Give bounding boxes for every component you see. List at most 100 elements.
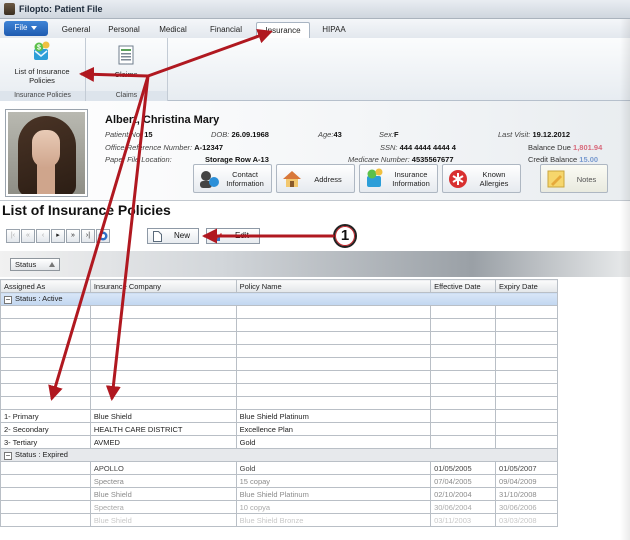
patient-no-field: Patient No: 15	[105, 130, 153, 139]
cell-effective	[430, 370, 497, 384]
empty-row[interactable]	[0, 370, 558, 384]
column-insurance-company[interactable]: Insurance Company	[89, 279, 237, 293]
known-allergies-button[interactable]: Known Allergies	[442, 164, 521, 193]
empty-row[interactable]	[0, 396, 558, 410]
ribbon-group-claims: Claims Claims	[86, 38, 168, 101]
tab-hipaa[interactable]: HIPAA	[314, 22, 354, 38]
notes-button[interactable]: Notes	[540, 164, 608, 193]
cell-policy: 10 copya	[235, 500, 432, 514]
cell-effective	[430, 331, 497, 345]
claims-button[interactable]: Claims	[96, 44, 156, 79]
file-menu-button[interactable]: File	[4, 21, 48, 36]
edit-button[interactable]: Edit	[206, 228, 260, 244]
cell-policy: Blue Shield Platinum	[235, 409, 432, 423]
svg-text:$: $	[37, 45, 41, 52]
column-expiry-date[interactable]: Expiry Date	[495, 279, 558, 293]
new-button[interactable]: New	[147, 228, 199, 244]
collapse-icon[interactable]: −	[4, 451, 12, 460]
cell-policy	[235, 331, 432, 345]
contact-information-button[interactable]: Contact Information	[193, 164, 272, 193]
cell-company	[89, 305, 237, 319]
table-row[interactable]: APOLLO Gold 01/05/2005 01/05/2007	[0, 461, 558, 475]
cell-expiry	[495, 396, 558, 410]
paper-file-field: Paper File Location:	[105, 155, 172, 164]
cell-company	[89, 344, 237, 358]
previous-record-button[interactable]: ‹	[36, 229, 50, 243]
insurance-policies-grid: Assigned As Insurance Company Policy Nam…	[0, 279, 558, 527]
first-record-button[interactable]: |‹	[6, 229, 20, 243]
cell-effective	[430, 305, 497, 319]
collapse-icon[interactable]: −	[4, 295, 12, 304]
group-by-status-chip[interactable]: Status	[10, 258, 60, 271]
house-icon	[283, 171, 301, 187]
last-visit-field: Last Visit: 19.12.2012	[498, 130, 571, 139]
cell-policy: Gold	[235, 435, 432, 449]
cell-policy	[235, 383, 432, 397]
new-document-icon	[153, 231, 162, 242]
refresh-icon[interactable]	[96, 229, 110, 243]
next-page-button[interactable]: »	[66, 229, 80, 243]
group-row-expired[interactable]: − Status : Expired	[0, 448, 558, 462]
next-record-button[interactable]: ▸	[51, 229, 65, 243]
table-row[interactable]: Blue Shield Blue Shield Platinum 02/10/200…	[0, 487, 558, 501]
tab-financial[interactable]: Financial	[202, 22, 250, 38]
cell-assigned	[0, 331, 91, 345]
empty-row[interactable]	[0, 383, 558, 397]
dob-field: DOB: 26.09.1968	[211, 130, 269, 139]
cell-effective	[430, 357, 497, 371]
cell-effective: 01/05/2005	[430, 461, 497, 475]
table-row[interactable]: Blue Shield Blue Shield Bronze 03/11/2003 0…	[0, 513, 558, 527]
credit-balance-field: Credit Balance 15.00	[528, 155, 599, 164]
cell-company: AVMED	[89, 435, 237, 449]
empty-row[interactable]	[0, 318, 558, 332]
tab-personal[interactable]: Personal	[104, 22, 144, 38]
address-button[interactable]: Address	[276, 164, 355, 193]
cell-assigned: 3- Tertiary	[0, 435, 91, 449]
cell-expiry	[495, 331, 558, 345]
tab-insurance[interactable]: Insurance	[256, 22, 310, 38]
cell-expiry	[495, 422, 558, 436]
group-by-panel	[0, 251, 630, 277]
cell-assigned: 2- Secondary	[0, 422, 91, 436]
callout-marker: 1	[333, 224, 357, 248]
column-assigned-as[interactable]: Assigned As	[0, 279, 91, 293]
tab-medical[interactable]: Medical	[152, 22, 194, 38]
empty-row[interactable]	[0, 331, 558, 345]
column-policy-name[interactable]: Policy Name	[235, 279, 432, 293]
table-row[interactable]: 3- Tertiary AVMED Gold	[0, 435, 558, 449]
cell-assigned: 1- Primary	[0, 409, 91, 423]
grid-header-row: Assigned As Insurance Company Policy Nam…	[0, 279, 558, 293]
group-label-claims: Claims	[86, 91, 167, 101]
group-row-active[interactable]: − Status : Active	[0, 292, 558, 306]
cell-assigned	[0, 500, 91, 514]
cell-policy	[235, 305, 432, 319]
empty-row[interactable]	[0, 357, 558, 371]
cell-company	[89, 331, 237, 345]
previous-page-button[interactable]: «	[21, 229, 35, 243]
table-row[interactable]: 2- Secondary HEALTH CARE DISTRICT Excellen…	[0, 422, 558, 436]
column-effective-date[interactable]: Effective Date	[430, 279, 497, 293]
insurance-information-button[interactable]: Insurance Information	[359, 164, 438, 193]
ribbon-group-insurance-policies: $ List of Insurance Policies Insurance P…	[0, 38, 86, 101]
table-row[interactable]: Spectera 10 copya 30/06/2004 30/06/2006	[0, 500, 558, 514]
last-record-button[interactable]: ›|	[81, 229, 95, 243]
app-icon	[4, 3, 15, 15]
list-insurance-policies-button[interactable]: $ List of Insurance Policies	[3, 41, 81, 85]
insurance-list-icon: $	[34, 41, 50, 60]
cell-assigned	[0, 357, 91, 371]
ribbon-panel: $ List of Insurance Policies Insurance P…	[0, 38, 630, 101]
table-row[interactable]: Spectera 15 copay 07/04/2005 09/04/2009	[0, 474, 558, 488]
page-title: List of Insurance Policies	[2, 202, 171, 218]
cell-expiry	[495, 357, 558, 371]
cell-assigned	[0, 370, 91, 384]
cell-effective: 07/04/2005	[430, 474, 497, 488]
table-row[interactable]: 1- Primary Blue Shield Blue Shield Platinu…	[0, 409, 558, 423]
empty-row[interactable]	[0, 305, 558, 319]
edit-icon	[213, 233, 222, 241]
tab-general[interactable]: General	[56, 22, 96, 38]
empty-row[interactable]	[0, 344, 558, 358]
notes-icon	[547, 170, 565, 188]
group-label-insurance-policies: Insurance Policies	[0, 91, 85, 101]
cell-policy: Excellence Plan	[235, 422, 432, 436]
cell-expiry: 30/06/2006	[495, 500, 558, 514]
